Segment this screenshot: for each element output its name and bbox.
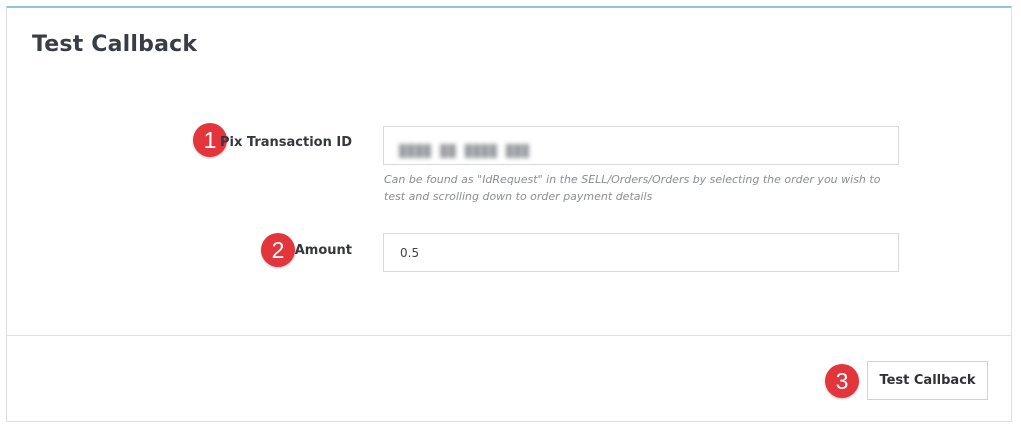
step-3-badge-icon: 3 (825, 364, 859, 398)
step-2-badge-icon: 2 (261, 233, 295, 267)
transaction-id-label: Pix Transaction ID (220, 135, 352, 150)
amount-label: Amount (294, 243, 352, 258)
test-callback-button[interactable]: Test Callback (867, 361, 988, 400)
amount-input[interactable] (383, 233, 899, 272)
transaction-id-help-text: Can be found as "IdRequest" in the SELL/… (384, 173, 881, 203)
test-callback-panel: Test Callback 1 Pix Transaction ID ████ … (6, 6, 1012, 422)
redacted-transaction-id: ████ ██ ████ ███ (399, 144, 529, 158)
footer-divider (7, 335, 1011, 336)
panel-title: Test Callback (32, 32, 198, 57)
